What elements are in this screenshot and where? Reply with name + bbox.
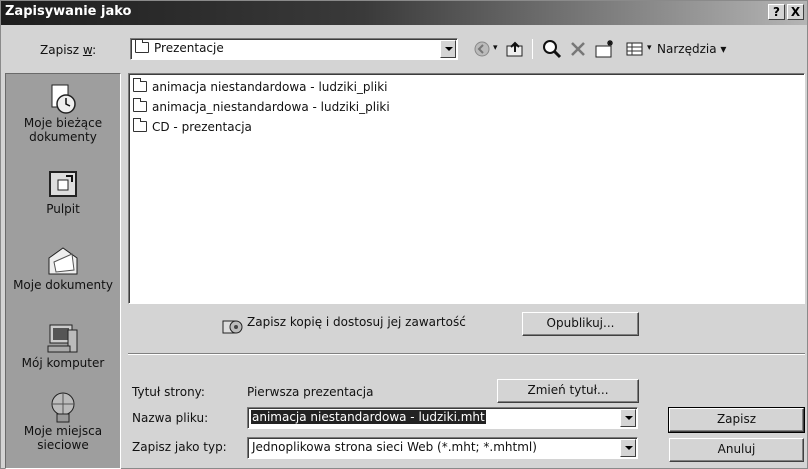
recent-documents-icon [51, 84, 76, 114]
list-item[interactable]: CD - prezentacja [133, 118, 252, 134]
back-icon[interactable] [473, 40, 491, 58]
place-label: Moje miejsca sieciowe [23, 424, 103, 452]
file-type-label: Zapisz jako typ: [132, 440, 227, 454]
file-name-combo[interactable]: animacja niestandardowa - ludziki.mht [247, 407, 638, 429]
folder-icon [133, 98, 147, 112]
save-as-dialog: Zapisywanie jako ? X Zapisz w: Prezentac… [0, 0, 808, 469]
close-button[interactable]: X [787, 4, 804, 20]
list-item[interactable]: animacja_niestandardowa - ludziki_pliki [133, 98, 390, 114]
up-folder-icon[interactable] [505, 40, 525, 58]
place-my-documents[interactable]: Moje dokumenty [6, 244, 120, 292]
title-bar[interactable]: Zapisywanie jako ? X [1, 1, 807, 25]
file-type-value: Jednoplikowa strona sieci Web (*.mht; *.… [252, 440, 537, 454]
place-label: Mój komputer [21, 356, 105, 370]
file-name-label: Nazwa pliku: [132, 411, 209, 425]
views-icon[interactable] [625, 40, 645, 58]
search-web-icon[interactable] [542, 39, 562, 59]
place-my-computer[interactable]: Mój komputer [6, 322, 120, 370]
views-dropdown-icon[interactable]: ▾ [647, 43, 652, 53]
file-type-combo[interactable]: Jednoplikowa strona sieci Web (*.mht; *.… [247, 437, 638, 459]
file-name-input[interactable]: animacja niestandardowa - ludziki.mht [251, 410, 486, 424]
change-title-button[interactable]: Zmień tytuł... [497, 379, 639, 403]
folder-icon [133, 78, 147, 92]
save-in-label: Zapisz w: [40, 43, 97, 57]
place-desktop[interactable]: Pulpit [6, 168, 120, 216]
places-bar: Moje bieżące dokumenty Pulpit Moje dokum… [5, 73, 121, 469]
publish-copy-icon [222, 320, 243, 334]
folder-icon [135, 39, 149, 53]
publish-button[interactable]: Opublikuj... [522, 312, 639, 336]
desktop-icon [49, 171, 77, 197]
network-places-icon [51, 392, 75, 423]
save-in-combo[interactable]: Prezentacje [130, 38, 458, 60]
back-dropdown-icon[interactable]: ▾ [493, 43, 498, 53]
page-title-label: Tytuł strony: [132, 385, 205, 399]
place-label: Moje dokumenty [13, 278, 113, 292]
separator [128, 353, 805, 355]
place-recent-documents[interactable]: Moje bieżące dokumenty [6, 82, 120, 144]
my-computer-icon [47, 324, 78, 353]
delete-icon[interactable] [569, 40, 587, 58]
page-title-value: Pierwsza prezentacja [247, 385, 374, 399]
save-button[interactable]: Zapisz [668, 407, 805, 433]
place-label: Moje bieżące dokumenty [23, 116, 103, 144]
folder-icon [133, 118, 147, 132]
help-button[interactable]: ? [768, 4, 785, 20]
toolbar-separator [532, 39, 533, 59]
publish-copy-link[interactable]: Zapisz kopię i dostosuj jej zawartość [247, 315, 466, 329]
chevron-down-icon[interactable] [620, 439, 636, 457]
window-title: Zapisywanie jako [5, 4, 132, 19]
new-folder-icon[interactable] [594, 39, 616, 59]
my-documents-icon [48, 247, 78, 275]
place-network-places[interactable]: Moje miejsca sieciowe [6, 390, 120, 452]
chevron-down-icon[interactable] [620, 409, 636, 427]
tools-menu[interactable]: Narzędzia ▾ [657, 42, 726, 56]
place-label: Pulpit [46, 202, 80, 216]
list-item[interactable]: animacja niestandardowa - ludziki_pliki [133, 78, 388, 94]
file-list[interactable]: animacja niestandardowa - ludziki_pliki … [128, 73, 805, 304]
save-in-value: Prezentacje [135, 39, 224, 55]
file-name-dropdown[interactable] [619, 408, 637, 428]
chevron-down-icon[interactable] [440, 40, 456, 58]
cancel-button[interactable]: Anuluj [669, 438, 804, 462]
